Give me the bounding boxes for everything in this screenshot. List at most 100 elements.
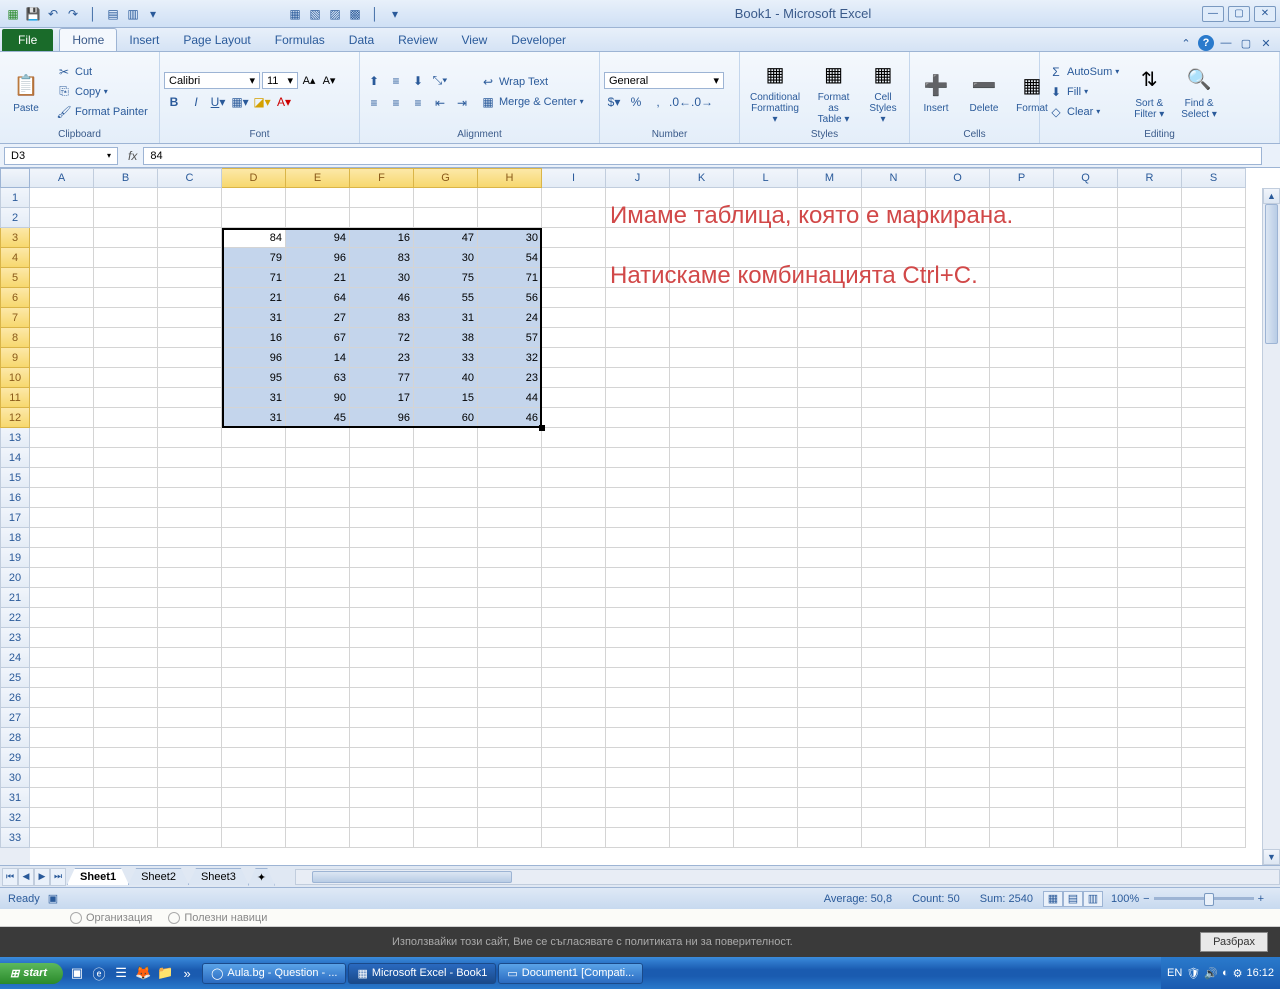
file-tab[interactable]: File — [2, 29, 53, 51]
cell[interactable] — [158, 788, 222, 808]
cell[interactable] — [414, 668, 478, 688]
cell[interactable] — [734, 508, 798, 528]
cell[interactable] — [222, 788, 286, 808]
cell[interactable] — [734, 768, 798, 788]
cond-format-button[interactable]: ▦ConditionalFormatting ▾ — [744, 56, 806, 127]
indent-dec-icon[interactable]: ⇤ — [430, 94, 450, 112]
cell[interactable] — [30, 828, 94, 848]
cell[interactable] — [670, 628, 734, 648]
cell[interactable] — [862, 788, 926, 808]
cell[interactable] — [990, 768, 1054, 788]
cell[interactable] — [94, 248, 158, 268]
cell[interactable] — [94, 208, 158, 228]
cell[interactable] — [542, 828, 606, 848]
cell[interactable] — [926, 728, 990, 748]
cell[interactable] — [478, 608, 542, 628]
col-header[interactable]: B — [94, 168, 158, 188]
cell[interactable] — [286, 448, 350, 468]
cell[interactable] — [414, 428, 478, 448]
cell[interactable] — [1182, 388, 1246, 408]
cell[interactable] — [734, 708, 798, 728]
cell[interactable] — [1054, 488, 1118, 508]
cell[interactable] — [670, 568, 734, 588]
cell[interactable]: 30 — [478, 228, 542, 248]
cell[interactable] — [670, 388, 734, 408]
cell[interactable] — [158, 228, 222, 248]
cell[interactable] — [414, 208, 478, 228]
cell[interactable] — [734, 548, 798, 568]
cell[interactable] — [478, 748, 542, 768]
layout-view-icon[interactable]: ▤ — [1063, 891, 1083, 907]
cell[interactable] — [926, 568, 990, 588]
cell[interactable] — [990, 668, 1054, 688]
cell[interactable] — [158, 628, 222, 648]
row-header[interactable]: 6 — [0, 288, 30, 308]
cell[interactable]: 16 — [222, 328, 286, 348]
horizontal-scrollbar[interactable] — [295, 869, 1280, 885]
cell[interactable] — [1182, 668, 1246, 688]
cell[interactable] — [94, 328, 158, 348]
cell[interactable] — [990, 548, 1054, 568]
cell[interactable] — [606, 748, 670, 768]
cell[interactable]: 79 — [222, 248, 286, 268]
cell[interactable] — [606, 808, 670, 828]
col-header[interactable]: P — [990, 168, 1054, 188]
cell[interactable] — [798, 768, 862, 788]
cell[interactable] — [542, 668, 606, 688]
cell[interactable]: 17 — [350, 388, 414, 408]
cell[interactable] — [158, 208, 222, 228]
cell[interactable] — [1182, 208, 1246, 228]
tray-icon[interactable]: 📁 — [155, 962, 175, 984]
cell[interactable] — [990, 688, 1054, 708]
cell[interactable] — [542, 428, 606, 448]
cell[interactable]: 45 — [286, 408, 350, 428]
cell[interactable] — [990, 508, 1054, 528]
cell[interactable] — [1054, 748, 1118, 768]
cell[interactable] — [1054, 308, 1118, 328]
cell[interactable] — [30, 668, 94, 688]
cell[interactable] — [414, 588, 478, 608]
cell[interactable] — [926, 588, 990, 608]
clear-button[interactable]: ◇Clear ▾ — [1044, 103, 1123, 121]
cell[interactable] — [158, 648, 222, 668]
cell[interactable] — [1118, 248, 1182, 268]
cell[interactable] — [542, 508, 606, 528]
cell[interactable]: 16 — [350, 228, 414, 248]
cell[interactable] — [1182, 368, 1246, 388]
cell[interactable] — [1118, 708, 1182, 728]
cell[interactable] — [542, 408, 606, 428]
row-header[interactable]: 2 — [0, 208, 30, 228]
cell[interactable] — [94, 188, 158, 208]
cell[interactable] — [542, 548, 606, 568]
cell[interactable] — [798, 628, 862, 648]
cell[interactable] — [1054, 668, 1118, 688]
cell[interactable] — [478, 568, 542, 588]
cell[interactable] — [926, 368, 990, 388]
cell[interactable] — [30, 628, 94, 648]
cell[interactable] — [478, 508, 542, 528]
zoom-in-icon[interactable]: + — [1258, 893, 1264, 905]
cell[interactable] — [606, 528, 670, 548]
cell[interactable] — [1118, 608, 1182, 628]
tab-review[interactable]: Review — [386, 29, 449, 51]
cell[interactable] — [1054, 468, 1118, 488]
align-top-icon[interactable]: ⬆ — [364, 72, 384, 90]
cell[interactable]: 63 — [286, 368, 350, 388]
cell[interactable] — [414, 608, 478, 628]
row-header[interactable]: 24 — [0, 648, 30, 668]
cell[interactable] — [478, 708, 542, 728]
cell[interactable] — [542, 188, 606, 208]
cell[interactable] — [158, 488, 222, 508]
scroll-up-icon[interactable]: ▲ — [1263, 188, 1280, 204]
cell[interactable] — [1118, 448, 1182, 468]
insert-button[interactable]: ➕Insert — [914, 67, 958, 116]
cell[interactable] — [926, 688, 990, 708]
cell[interactable] — [1182, 348, 1246, 368]
cell[interactable] — [990, 308, 1054, 328]
align-center-icon[interactable]: ≡ — [386, 94, 406, 112]
align-right-icon[interactable]: ≡ — [408, 94, 428, 112]
cell[interactable] — [990, 428, 1054, 448]
cell[interactable] — [158, 548, 222, 568]
cell[interactable] — [286, 628, 350, 648]
fill-button[interactable]: ⬇Fill ▾ — [1044, 83, 1123, 101]
